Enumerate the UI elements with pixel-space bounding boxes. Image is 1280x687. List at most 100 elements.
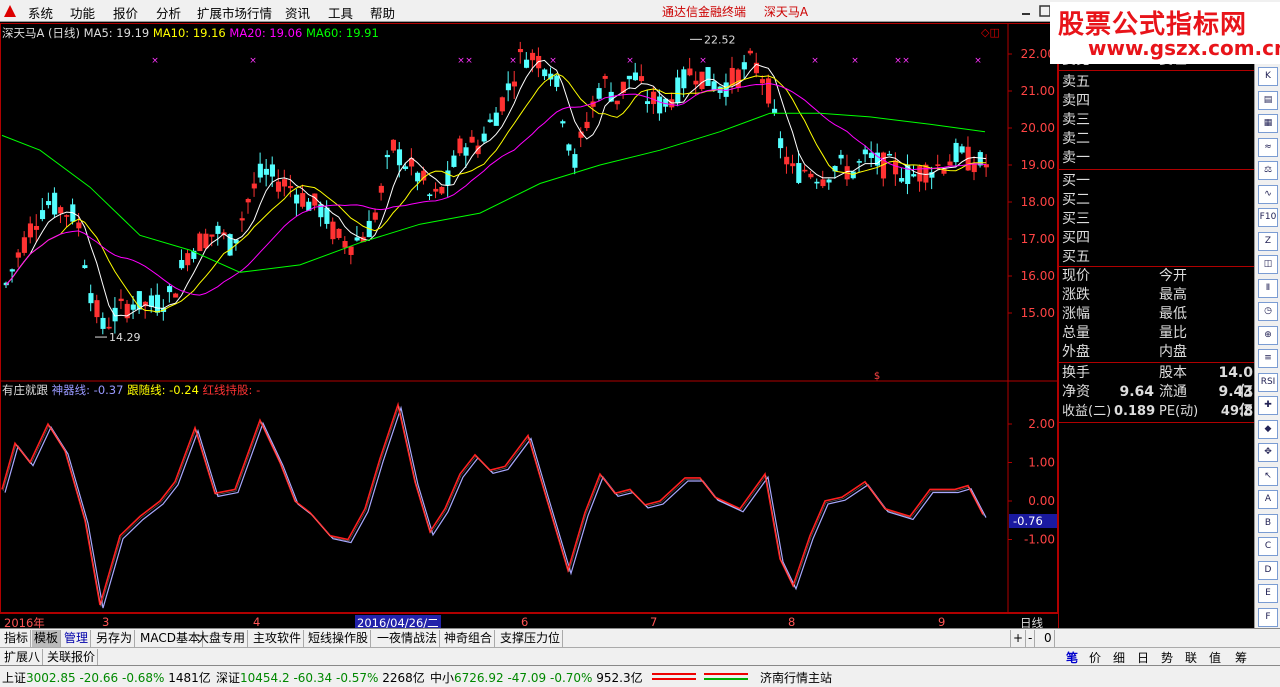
toolbar-button-9[interactable]: Ⅱ <box>1258 278 1278 298</box>
candle-body <box>130 304 136 310</box>
candle-body <box>457 138 463 154</box>
candle-body <box>427 194 433 197</box>
toolbar-button-3[interactable]: ≈ <box>1258 137 1278 157</box>
candle-body <box>886 153 893 156</box>
candle-body <box>384 154 390 158</box>
candle-body <box>173 293 179 298</box>
toolbar-button-8[interactable]: ◫ <box>1258 255 1278 274</box>
tab-manage[interactable]: 管理 <box>62 630 92 647</box>
right-tab-link[interactable]: 联 <box>1185 649 1197 666</box>
toolbar-button-20[interactable]: C <box>1258 537 1278 556</box>
tab-macd[interactable]: MACD基本 <box>138 630 203 647</box>
toolbar-button-19[interactable]: B <box>1258 513 1278 533</box>
candle-body <box>584 121 590 129</box>
chart-options-icon[interactable]: ◇◫ <box>981 26 1000 39</box>
tab-support-resistance[interactable]: 支撑压力位 <box>498 630 564 647</box>
toolbar-button-16[interactable]: ✥ <box>1258 443 1278 462</box>
right-tab-chips[interactable]: 筹 <box>1235 649 1247 666</box>
zx-label: 中小 <box>430 671 455 685</box>
buy2: 买二 <box>1062 192 1090 208</box>
toolbar-button-11[interactable]: ⊕ <box>1258 325 1278 345</box>
candle-body <box>523 59 530 68</box>
sz-index[interactable]: 深证10454.2 -60.34 -0.57% 2268亿 <box>216 669 425 686</box>
tab-overnight[interactable]: 一夜情战法 <box>375 630 441 647</box>
main-legend: 深天马A (日线) MA5: 19.19 MA10: 19.16 MA20: 1… <box>2 25 379 41</box>
toolbar-button-15[interactable]: ◆ <box>1258 419 1278 439</box>
menu-analysis[interactable]: 分析 <box>156 3 181 22</box>
tab-main-attack[interactable]: 主攻软件 <box>251 630 305 647</box>
toolbar-button-14[interactable]: ✚ <box>1258 396 1278 415</box>
toolbar-button-4[interactable]: ⚖ <box>1258 161 1278 180</box>
zx-index[interactable]: 中小6726.92 -47.09 -0.70% 952.3亿 <box>430 669 643 686</box>
toolbar-button-22[interactable]: E <box>1258 584 1278 603</box>
toolbar-button-5[interactable]: ∿ <box>1258 184 1278 204</box>
zoom-in-button[interactable]: + <box>1010 630 1027 647</box>
candle-body <box>76 222 82 229</box>
tab-indicator[interactable]: 指标 <box>2 630 32 647</box>
tab-extension8[interactable]: 扩展八 <box>2 649 44 666</box>
candle-body <box>415 172 421 182</box>
toolbar-button-18[interactable]: A <box>1258 490 1278 509</box>
tab-market[interactable]: 大盘专用 <box>195 630 249 647</box>
toolbar-button-0[interactable]: K <box>1258 67 1278 86</box>
toolbar-button-21[interactable]: D <box>1258 560 1278 580</box>
price-tick-label: 17.00 <box>1021 232 1055 246</box>
link-stock[interactable]: 深天马A <box>764 5 808 19</box>
zx-pct: -0.70% <box>549 671 593 685</box>
sh-index[interactable]: 上证3002.85 -20.66 -0.68% 1481亿 <box>2 669 211 686</box>
tab-short-term[interactable]: 短线操作股 <box>306 630 372 647</box>
candle-body <box>596 88 602 99</box>
right-tab-value[interactable]: 值 <box>1209 649 1221 666</box>
tab-related-quote[interactable]: 关联报价 <box>45 649 99 666</box>
menu-quote[interactable]: 报价 <box>113 3 138 22</box>
candle-body <box>269 164 276 177</box>
server-site[interactable]: 济南行情主站 <box>760 669 832 686</box>
right-toolbar: K▤▦≈⚖∿F10Z◫Ⅱ◷⊕≡RSI✚◆✥↖ABCDEFG <box>1254 23 1280 650</box>
indicator-chart[interactable]: 2.00 1.00 0.00 -1.00 -0.76 <box>0 380 1058 613</box>
menu-ext-market[interactable]: 扩展市场行情 <box>197 3 272 22</box>
signal-marker: × <box>151 56 159 66</box>
toolbar-button-2[interactable]: ▦ <box>1258 114 1278 133</box>
candle-body <box>971 163 977 173</box>
candle-body <box>772 108 778 114</box>
candle-body <box>765 78 772 104</box>
zoom-reset-button[interactable]: 0 <box>1042 630 1055 647</box>
right-tab-tick[interactable]: 笔 <box>1066 649 1078 666</box>
toolbar-button-1[interactable]: ▤ <box>1258 90 1278 110</box>
candle-body <box>481 133 487 142</box>
toolbar-button-17[interactable]: ↖ <box>1258 466 1278 486</box>
candle-body <box>838 154 844 159</box>
toolbar-button-13[interactable]: RSI <box>1258 372 1278 392</box>
right-tab-price[interactable]: 价 <box>1089 649 1101 666</box>
tab-template[interactable]: 模板 <box>32 630 62 647</box>
menu-help[interactable]: 帮助 <box>370 3 395 22</box>
menu-tools[interactable]: 工具 <box>328 3 353 22</box>
menu-system[interactable]: 系统 <box>28 3 53 22</box>
date-label: 9 <box>938 615 946 629</box>
quote-inner-label: 内盘 <box>1159 344 1187 360</box>
menu-function[interactable]: 功能 <box>70 3 95 22</box>
candle-body <box>687 68 693 76</box>
candle-body <box>100 317 106 329</box>
indicator-tick-label: 2.00 <box>1028 417 1055 431</box>
candlestick-chart[interactable]: 22.0021.0020.0019.0018.0017.0016.0015.00… <box>0 23 1058 383</box>
right-tab-day[interactable]: 日 <box>1137 649 1149 666</box>
link-terminal[interactable]: 通达信金融终端 <box>662 5 746 19</box>
right-tab-trend[interactable]: 势 <box>1161 649 1173 666</box>
toolbar-button-6[interactable]: F10 <box>1258 208 1278 227</box>
zoom-out-button[interactable]: - <box>1026 630 1036 647</box>
toolbar-button-10[interactable]: ◷ <box>1258 302 1278 321</box>
app-logo-icon[interactable] <box>2 3 18 19</box>
toolbar-button-23[interactable]: F <box>1258 607 1278 627</box>
menu-info[interactable]: 资讯 <box>285 3 310 22</box>
toolbar-button-7[interactable]: Z <box>1258 231 1278 251</box>
candle-body <box>203 233 209 249</box>
toolbar-button-12[interactable]: ≡ <box>1258 349 1278 368</box>
candle-body <box>469 136 475 143</box>
tab-save-as[interactable]: 另存为 <box>94 630 136 647</box>
eps-value: 0.189 <box>1114 404 1156 419</box>
right-tab-detail[interactable]: 细 <box>1113 649 1125 666</box>
float-value: 9.43亿 <box>1218 384 1253 419</box>
quote-open-label: 今开 <box>1159 268 1187 284</box>
tab-magic-combo[interactable]: 神奇组合 <box>442 630 496 647</box>
